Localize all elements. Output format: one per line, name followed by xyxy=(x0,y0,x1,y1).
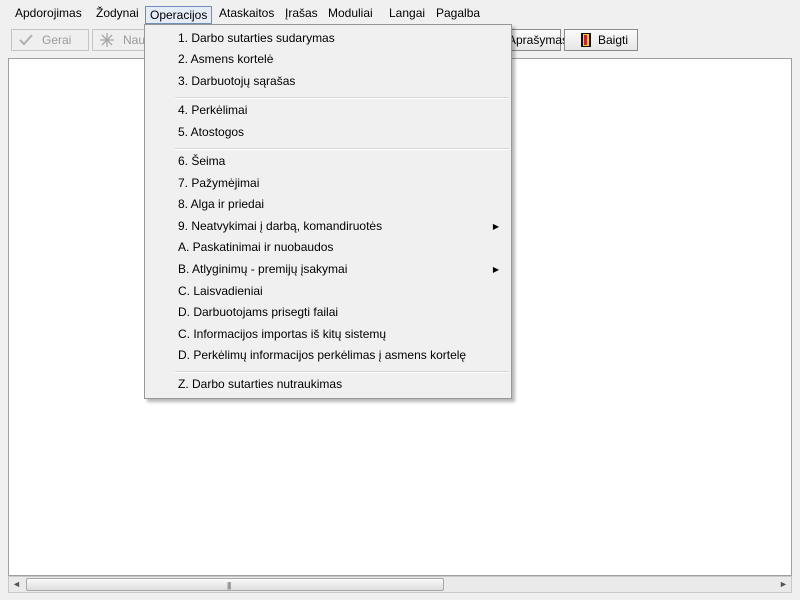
menu-separator xyxy=(175,371,509,373)
scroll-right-arrow-icon[interactable]: ► xyxy=(776,577,791,592)
menu-item-days-off[interactable]: C. Laisvadieniai xyxy=(146,281,510,302)
new-button-label: Nau xyxy=(123,33,146,47)
ok-button-label: Gerai xyxy=(42,33,72,47)
menu-item-absences[interactable]: 9. Neatvykimai į darbą, komandiruotės ▶ xyxy=(146,216,510,237)
ok-button[interactable]: Gerai xyxy=(11,29,89,51)
new-star-icon xyxy=(100,33,114,47)
menu-langai[interactable]: Langai xyxy=(384,4,430,22)
menu-item-contract-termination[interactable]: Z. Darbo sutarties nutraukimas xyxy=(146,374,510,395)
menu-item-vacations[interactable]: 5. Atostogos xyxy=(146,122,510,143)
menu-item-rewards-penalties[interactable]: A. Paskatinimai ir nuobaudos xyxy=(146,237,510,258)
finish-button[interactable]: Baigti xyxy=(564,29,638,51)
menu-item-work-contract[interactable]: 1. Darbo sutarties sudarymas xyxy=(146,28,510,49)
menu-moduliai[interactable]: Moduliai xyxy=(323,4,378,22)
menu-apdorojimas[interactable]: Apdorojimas xyxy=(10,4,87,22)
scrollbar-thumb[interactable]: ||| xyxy=(26,578,444,591)
menu-zodynai[interactable]: Žodynai xyxy=(91,4,144,22)
submenu-arrow-icon: ▶ xyxy=(492,222,499,231)
exit-door-icon xyxy=(581,33,591,47)
menu-operacijos[interactable]: Operacijos xyxy=(145,6,213,24)
menu-item-personal-card[interactable]: 2. Asmens kortelė xyxy=(146,49,510,70)
menu-item-family[interactable]: 6. Šeima xyxy=(146,151,510,172)
menu-item-transfer-to-card[interactable]: D. Perkėlimų informacijos perkėlimas į a… xyxy=(146,345,510,366)
menu-bar: Apdorojimas Žodynai Operacijos Ataskaito… xyxy=(0,0,800,24)
operations-dropdown-menu: 1. Darbo sutarties sudarymas 2. Asmens k… xyxy=(144,24,512,399)
menu-item-employee-list[interactable]: 3. Darbuotojų sąrašas xyxy=(146,71,510,92)
scrollbar-grip-icon: ||| xyxy=(227,581,231,590)
menu-item-bonus-orders-label: B. Atlyginimų - premijų įsakymai xyxy=(178,262,348,276)
finish-button-label: Baigti xyxy=(598,33,629,47)
menu-item-certificates[interactable]: 7. Pažymėjimai xyxy=(146,173,510,194)
menu-separator xyxy=(175,148,509,150)
horizontal-scrollbar[interactable]: ◄ ||| ► xyxy=(8,576,792,593)
scroll-left-arrow-icon[interactable]: ◄ xyxy=(9,577,24,592)
menu-item-data-import[interactable]: C. Informacijos importas iš kitų sistemų xyxy=(146,324,510,345)
submenu-arrow-icon: ▶ xyxy=(492,265,499,274)
menu-ataskaitos[interactable]: Ataskaitos xyxy=(214,4,279,22)
menu-item-transfers[interactable]: 4. Perkėlimai xyxy=(146,100,510,121)
menu-item-bonus-orders[interactable]: B. Atlyginimų - premijų įsakymai ▶ xyxy=(146,259,510,280)
description-button-label: Aprašymas xyxy=(508,33,569,47)
menu-separator xyxy=(175,97,509,99)
new-button[interactable]: Nau xyxy=(92,29,152,51)
menu-irasas[interactable]: Įrašas xyxy=(280,4,323,22)
menu-item-salary[interactable]: 8. Alga ir priedai xyxy=(146,194,510,215)
menu-pagalba[interactable]: Pagalba xyxy=(431,4,485,22)
menu-item-attached-files[interactable]: D. Darbuotojams prisegti failai xyxy=(146,302,510,323)
checkmark-icon xyxy=(19,34,33,46)
menu-item-absences-label: 9. Neatvykimai į darbą, komandiruotės xyxy=(178,219,383,233)
